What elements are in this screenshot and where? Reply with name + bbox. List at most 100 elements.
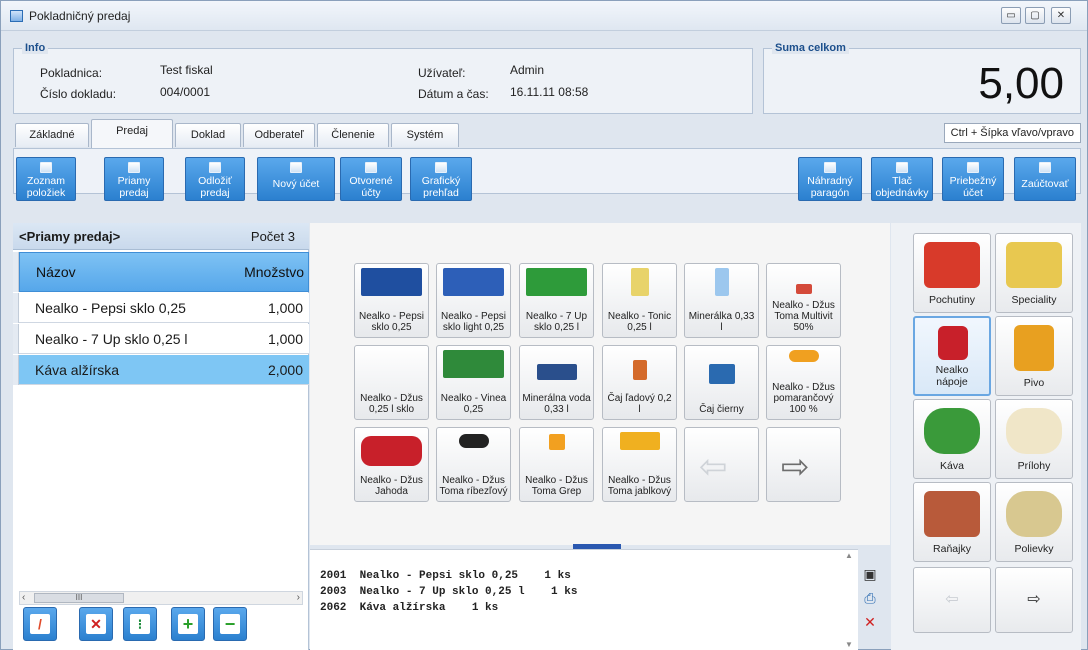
product-button-7up[interactable]: Nealko - 7 Up sklo 0,25 l: [519, 263, 594, 338]
category-nealko-napoje[interactable]: Nealko nápoje: [913, 316, 991, 396]
delete-item-button[interactable]: ✕: [79, 607, 113, 641]
orange-image: [789, 350, 819, 362]
tab-predaj[interactable]: Predaj: [91, 119, 173, 148]
novy-ucet-button[interactable]: Nový účet: [257, 157, 335, 201]
decrease-quantity-button[interactable]: −: [213, 607, 247, 641]
categories-prev-button[interactable]: ⇦: [913, 567, 991, 633]
ribbon-toolbar: Zoznam položiek Priamy predaj Odložiť pr…: [13, 148, 1081, 201]
sale-panel-title: <Priamy predaj>: [19, 229, 121, 244]
minimize-button[interactable]: ▭: [1001, 7, 1021, 24]
scroll-right-icon[interactable]: ›: [297, 592, 300, 604]
pos-window: Pokladničný predaj ▭ ▢ ✕ Info Pokladnica…: [0, 0, 1088, 650]
tab-system[interactable]: Systém: [391, 123, 459, 147]
category-speciality[interactable]: Speciality: [995, 233, 1073, 313]
product-button-mineralna-voda[interactable]: Minerálna voda 0,33 l: [519, 345, 594, 420]
priebezny-ucet-button[interactable]: Priebežný účet: [942, 157, 1004, 201]
title-bar: Pokladničný predaj ▭ ▢ ✕: [1, 1, 1087, 31]
close-button[interactable]: ✕: [1051, 7, 1071, 24]
graficky-prehlad-button[interactable]: Grafický prehľad: [410, 157, 472, 201]
product-button-caj-cierny[interactable]: Čaj čierny: [684, 345, 759, 420]
column-header-name[interactable]: Názov: [36, 264, 76, 280]
product-button-dzus-jahoda[interactable]: Nealko - Džus Jahoda: [354, 427, 429, 502]
nahradny-paragon-button[interactable]: Náhradný paragón: [798, 157, 862, 201]
product-button-pepsi[interactable]: Nealko - Pepsi sklo 0,25: [354, 263, 429, 338]
category-ranajky[interactable]: Raňajky: [913, 482, 991, 562]
product-button-caj-ladovy[interactable]: Čaj ľadový 0,2 l: [602, 345, 677, 420]
water-bottle-image: [715, 268, 729, 296]
scroll-up-icon[interactable]: ▲: [845, 551, 853, 560]
defer-icon: [209, 162, 221, 173]
edit-item-button[interactable]: /: [23, 607, 57, 641]
minus-icon: −: [220, 614, 240, 634]
info-group-label: Info: [22, 42, 49, 54]
pepsi-image: [361, 268, 422, 296]
tab-doklad[interactable]: Doklad: [175, 123, 241, 147]
odlozit-predaj-button[interactable]: Odložiť predaj: [185, 157, 245, 201]
fries-image: [924, 242, 980, 288]
otvorene-ucty-button[interactable]: Otvorené účty: [340, 157, 402, 201]
tab-odberatel[interactable]: Odberateľ: [243, 123, 315, 147]
pencil-icon: /: [30, 614, 50, 634]
table-row[interactable]: Nealko - 7 Up sklo 0,25 l 1,000: [19, 324, 309, 354]
breakfast-image: [924, 491, 980, 537]
mineral-water-image: [537, 364, 577, 380]
maximize-button[interactable]: ▢: [1025, 7, 1045, 24]
receipt-scrollbar[interactable]: ▲ ▼: [843, 551, 855, 649]
tonic-image: [631, 268, 649, 296]
products-prev-button[interactable]: ⇦: [684, 427, 759, 502]
rice-bowl-image: [1006, 408, 1062, 454]
pepsi-light-image: [443, 268, 504, 296]
sale-items-panel: <Priamy predaj> Počet 3 Názov Množstvo N…: [13, 223, 309, 650]
zauctovat-button[interactable]: Zaúčtovať: [1014, 157, 1076, 201]
product-button-tonic[interactable]: Nealko - Tonic 0,25 l: [602, 263, 677, 338]
split-item-button[interactable]: ⁝: [123, 607, 157, 641]
table-row[interactable]: Nealko - Pepsi sklo 0,25 1,000: [19, 293, 309, 323]
table-row-selected[interactable]: Káva alžírska 2,000: [19, 355, 309, 385]
item-name: Káva alžírska: [35, 362, 120, 378]
sale-panel-header: <Priamy predaj> Počet 3: [13, 223, 309, 250]
product-button-pepsi-light[interactable]: Nealko - Pepsi sklo light 0,25: [436, 263, 511, 338]
scroll-thumb[interactable]: III: [34, 593, 124, 603]
product-button-dzus-jablkovy[interactable]: Nealko - Džus Toma jablkový: [602, 427, 677, 502]
printer-icon[interactable]: ⎙: [861, 589, 879, 607]
datum-label: Dátum a čas:: [418, 87, 489, 101]
save-icon[interactable]: ▣: [861, 565, 879, 583]
item-name: Nealko - Pepsi sklo 0,25: [35, 300, 186, 316]
category-pivo[interactable]: Pivo: [995, 316, 1073, 396]
category-pochutiny[interactable]: Pochutiny: [913, 233, 991, 313]
close-icon[interactable]: ✕: [861, 613, 879, 631]
product-button-mineralka[interactable]: Minerálka 0,33 l: [684, 263, 759, 338]
receipt-line: 2001 Nealko - Pepsi sklo 0,25 1 ks: [320, 570, 571, 582]
priamy-predaj-button[interactable]: Priamy predaj: [104, 157, 164, 201]
tab-clenenie[interactable]: Členenie: [317, 123, 389, 147]
category-kava[interactable]: Káva: [913, 399, 991, 479]
category-prilohy[interactable]: Prílohy: [995, 399, 1073, 479]
product-button-dzus-multivit[interactable]: Nealko - Džus Toma Multivit 50%: [766, 263, 841, 338]
window-title: Pokladničný predaj: [29, 9, 131, 23]
strawberry-image: [361, 436, 422, 466]
pasta-image: [1006, 242, 1062, 288]
product-button-dzus-pomarancovy[interactable]: Nealko - Džus pomarančový 100 %: [766, 345, 841, 420]
column-header-quantity[interactable]: Množstvo: [244, 264, 304, 280]
scroll-left-icon[interactable]: ‹: [22, 592, 25, 604]
horizontal-scrollbar[interactable]: ‹ III ›: [19, 591, 303, 605]
product-button-dzus-ribezlovy[interactable]: Nealko - Džus Toma ríbezľový: [436, 427, 511, 502]
increase-quantity-button[interactable]: +: [171, 607, 205, 641]
categories-next-button[interactable]: ⇨: [995, 567, 1073, 633]
tlac-objednavky-button[interactable]: Tlač objednávky: [871, 157, 933, 201]
receipt-tools: ▣ ⎙ ✕: [861, 561, 883, 641]
total-amount: 5,00: [978, 59, 1064, 108]
scroll-down-icon[interactable]: ▼: [845, 640, 853, 649]
receipt-line: 2062 Káva alžírska 1 ks: [320, 602, 499, 614]
zoznam-poloziek-button[interactable]: Zoznam položiek: [16, 157, 76, 201]
pokladnica-label: Pokladnica:: [40, 66, 103, 80]
product-button-dzus-sklo[interactable]: Nealko - Džus 0,25 l sklo: [354, 345, 429, 420]
products-next-button[interactable]: ⇨: [766, 427, 841, 502]
product-button-vinea[interactable]: Nealko - Vinea 0,25: [436, 345, 511, 420]
category-polievky[interactable]: Polievky: [995, 482, 1073, 562]
product-button-dzus-grep[interactable]: Nealko - Džus Toma Grep: [519, 427, 594, 502]
tab-zakladne[interactable]: Základné: [15, 123, 89, 147]
item-quantity: 1,000: [267, 300, 303, 316]
plus-icon: +: [178, 614, 198, 634]
delete-x-icon: ✕: [86, 614, 106, 634]
